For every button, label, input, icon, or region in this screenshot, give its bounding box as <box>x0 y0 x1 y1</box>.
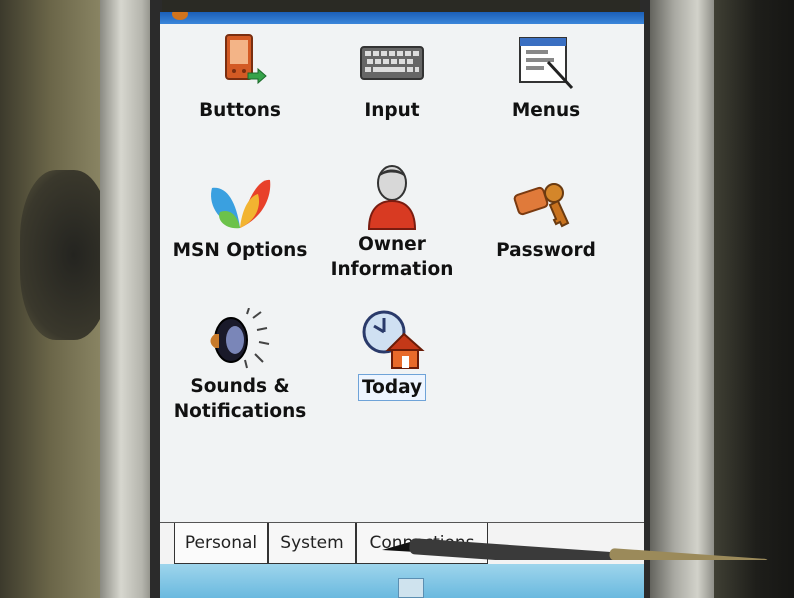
tab-personal[interactable]: Personal <box>174 523 268 564</box>
tile-owner-information[interactable]: Owner Information <box>320 162 464 282</box>
tile-label-line1: Owner <box>358 234 426 255</box>
tab-label: System <box>280 533 344 553</box>
pda-buttons-icon <box>205 28 275 98</box>
tile-menus[interactable]: Menus <box>496 28 596 123</box>
tab-label: Personal <box>184 533 258 553</box>
tab-system[interactable]: System <box>268 523 356 564</box>
tile-label: Today <box>357 374 427 401</box>
tile-label-line2: Information <box>330 259 454 280</box>
tile-label-line2: Notifications <box>173 401 307 422</box>
tile-label-line1: Sounds & <box>190 376 290 397</box>
tile-label: Menus <box>511 100 581 121</box>
tile-sounds-notifications[interactable]: Sounds & Notifications <box>165 304 315 424</box>
msn-butterfly-icon <box>205 168 275 238</box>
menu-bar <box>160 564 644 598</box>
device-bezel-right <box>648 0 714 598</box>
tab-bar: Personal System Connections <box>160 522 644 565</box>
menu-window-icon <box>511 28 581 98</box>
keys-icon <box>511 168 581 238</box>
tile-input[interactable]: Input <box>342 28 442 123</box>
title-bar <box>160 12 644 24</box>
tile-label: Buttons <box>199 100 281 121</box>
background-shadow <box>20 170 110 340</box>
background-right <box>700 0 794 598</box>
tile-label: Password <box>496 240 596 261</box>
tab-label: Connections <box>369 533 475 553</box>
tab-connections[interactable]: Connections <box>356 523 488 564</box>
device-screen: Buttons Input Menus MSN Options Owner In… <box>160 12 644 598</box>
person-icon <box>357 162 427 232</box>
tile-label: Input <box>364 100 420 121</box>
tile-label: MSN Options <box>172 240 308 261</box>
tile-buttons[interactable]: Buttons <box>190 28 290 123</box>
clock-house-icon <box>357 304 427 374</box>
tile-msn-options[interactable]: MSN Options <box>165 168 315 263</box>
tile-today[interactable]: Today <box>342 304 442 401</box>
keyboard-icon <box>357 28 427 98</box>
start-icon[interactable] <box>172 12 188 20</box>
tile-password[interactable]: Password <box>480 168 612 263</box>
input-panel-icon[interactable] <box>398 578 424 598</box>
speaker-icon <box>205 304 275 374</box>
